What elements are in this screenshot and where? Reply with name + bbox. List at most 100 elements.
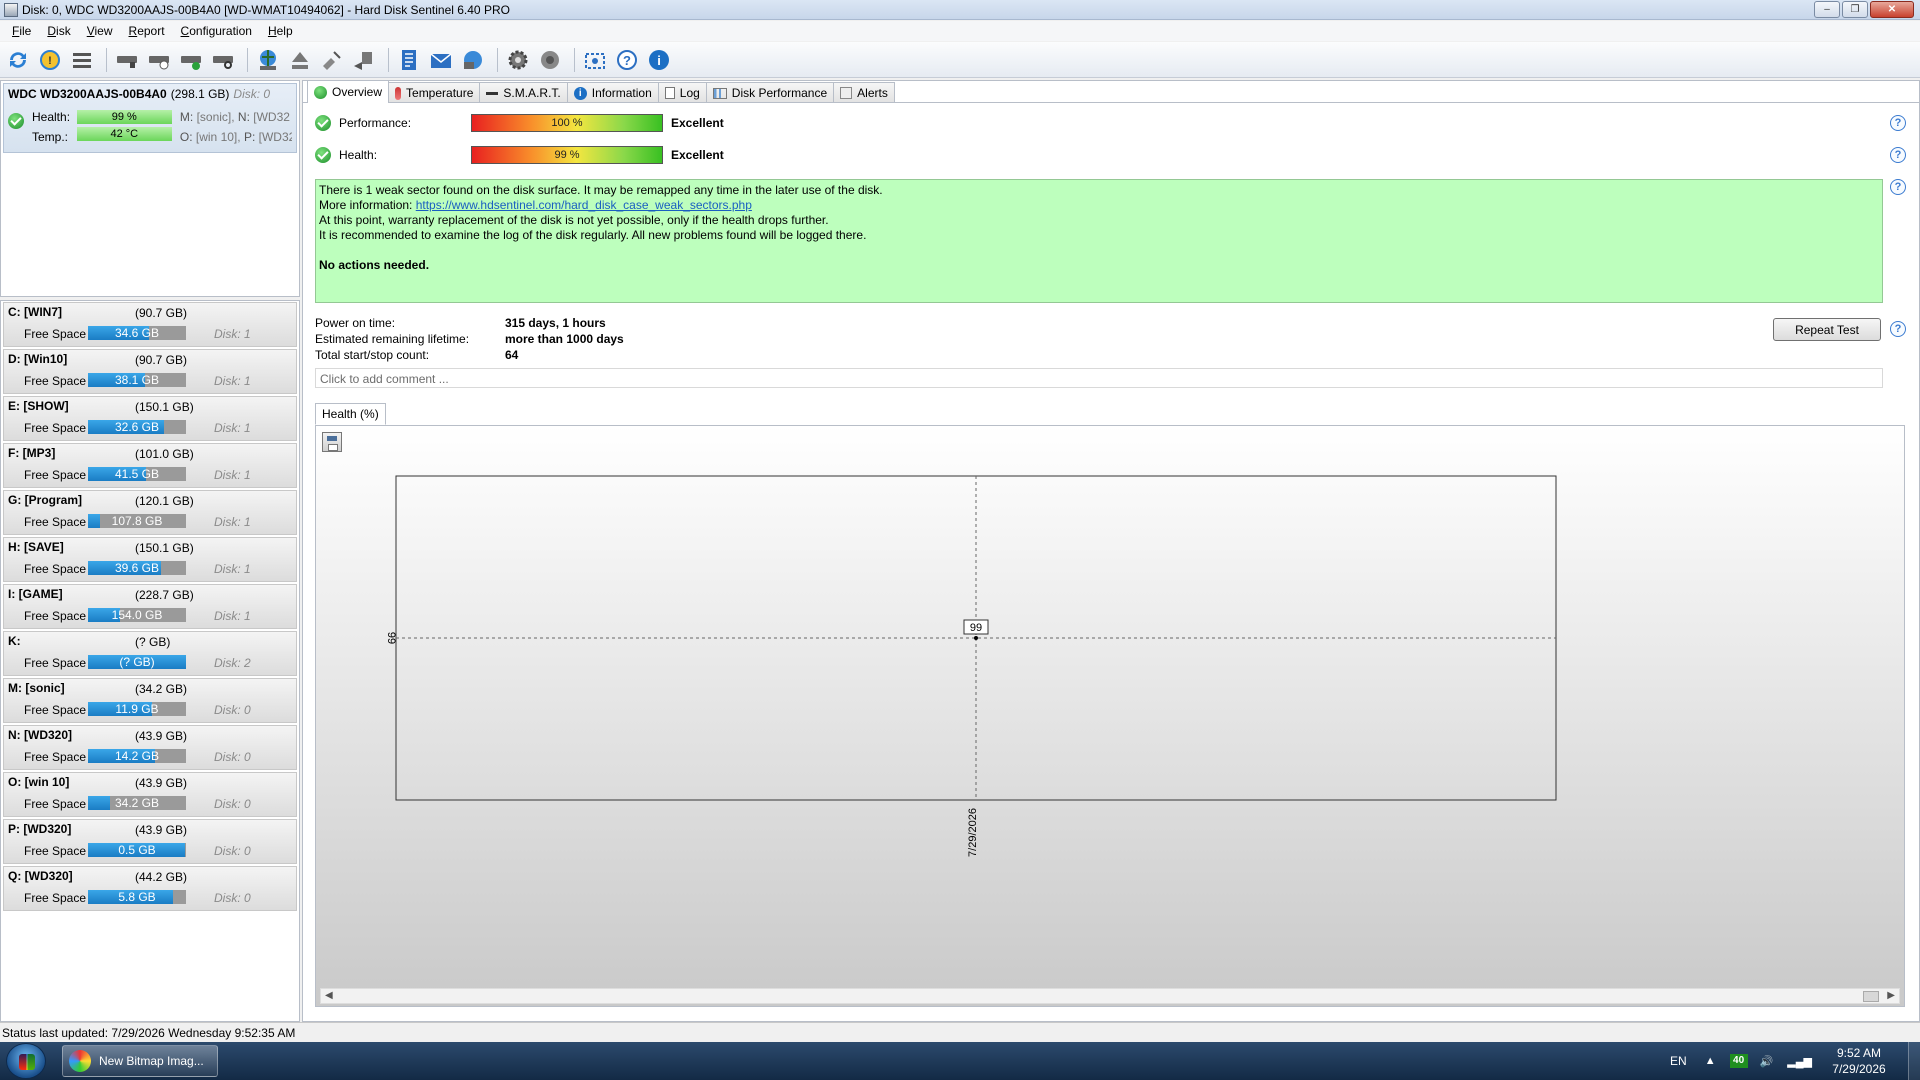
thermometer-icon [395,86,402,100]
tab-log[interactable]: Log [657,82,707,103]
tab-label: Disk Performance [731,86,828,100]
show-desktop-button[interactable] [1908,1042,1920,1080]
partition-item[interactable]: I: [GAME] (228.7 GB) Free Space 154.0 GB Dis… [3,584,297,629]
transfer-icon[interactable] [350,46,378,74]
tab-disk-performance[interactable]: Disk Performance [705,82,835,103]
settings-icon[interactable] [504,46,532,74]
comment-field[interactable]: Click to add comment ... [315,368,1883,388]
sound-icon[interactable] [536,46,564,74]
free-space-bar: 32.6 GB [88,420,186,434]
partition-item[interactable]: P: [WD320] (43.9 GB) Free Space 0.5 GB Disk:… [3,819,297,864]
actions-needed: No actions needed. [319,258,430,272]
disk-test-icon[interactable] [113,46,141,74]
language-indicator[interactable]: EN [1670,1054,1687,1068]
performance-help-icon[interactable]: ? [1890,115,1906,131]
clock[interactable]: 9:52 AM 7/29/2026 [1826,1045,1892,1077]
partition-item[interactable]: M: [sonic] (34.2 GB) Free Space 11.9 GB Disk… [3,678,297,723]
health-chart-area: 99 99 7/29/2026 ◀ ▶ [315,425,1905,1007]
report-icon[interactable] [395,46,423,74]
repeat-test-button[interactable]: Repeat Test [1773,318,1881,341]
repeat-test-help-icon[interactable]: ? [1890,321,1906,337]
smart-icon [486,91,499,95]
close-button[interactable]: ✕ [1870,1,1914,18]
partition-size: (101.0 GB) [135,447,194,461]
satellite-icon[interactable] [318,46,346,74]
tab-information[interactable]: i Information [566,82,659,103]
free-space-label: Free Space [24,421,87,435]
partition-item[interactable]: F: [MP3] (101.0 GB) Free Space 41.5 GB Disk:… [3,443,297,488]
health-chart: 99 99 7/29/2026 [385,475,1557,857]
disk-check-icon[interactable] [177,46,205,74]
free-space-label: Free Space [24,703,87,717]
refresh-alert-icon[interactable]: ! [36,46,64,74]
scroll-thumb[interactable] [1863,991,1879,1002]
partition-item[interactable]: Q: [WD320] (44.2 GB) Free Space 5.8 GB Disk:… [3,866,297,911]
x-tick-label: 7/29/2026 [967,808,979,857]
partition-item[interactable]: K: (? GB) Free Space (? GB) Disk: 2 [3,631,297,676]
minimize-button[interactable]: – [1814,1,1840,18]
tab-temperature[interactable]: Temperature [388,82,481,103]
screenshot-icon[interactable] [581,46,609,74]
partition-item[interactable]: G: [Program] (120.1 GB) Free Space 107.8 GB… [3,490,297,535]
free-space-bar: 41.5 GB [88,467,186,481]
tab-health-chart[interactable]: Health (%) [315,403,386,425]
partition-item[interactable]: E: [SHOW] (150.1 GB) Free Space 32.6 GB Disk… [3,396,297,441]
partition-item[interactable]: D: [Win10] (90.7 GB) Free Space 38.1 GB Disk… [3,349,297,394]
disk-search-icon[interactable] [209,46,237,74]
about-icon[interactable]: i [645,46,673,74]
hdd-list-icon[interactable] [68,46,96,74]
partition-size: (43.9 GB) [135,776,188,790]
tab-s-m-a-r-t[interactable]: S.M.A.R.T. [479,82,568,103]
menu-disk[interactable]: Disk [39,24,78,38]
network-icon[interactable] [459,46,487,74]
more-info-link[interactable]: https://www.hdsentinel.com/hard_disk_cas… [416,198,752,212]
performance-label: Performance: [339,116,412,130]
maximize-button[interactable]: ❐ [1842,1,1868,18]
taskbar: New Bitmap Imag... EN ▲ 40 🔊 ▂▄▆ 9:52 AM… [0,1042,1920,1080]
hdsentinel-tray-icon[interactable]: 40 [1729,1054,1748,1068]
menu-report[interactable]: Report [121,24,173,38]
volume-icon[interactable]: 🔊 [1760,1055,1774,1068]
performance-ok-icon [315,115,331,131]
help-icon[interactable]: ? [613,46,641,74]
y-tick-label: 99 [385,632,397,644]
show-hidden-icons-icon[interactable]: ▲ [1705,1055,1716,1067]
disk-schedule-icon[interactable] [145,46,173,74]
message-help-icon[interactable]: ? [1890,179,1906,195]
globe-icon[interactable] [254,46,282,74]
partition-disk: Disk: 0 [214,891,251,905]
scroll-right-icon[interactable]: ▶ [1887,990,1895,1001]
performance-icon [712,87,727,99]
menu-file[interactable]: File [4,24,39,38]
toolbar-separator [106,47,107,72]
chart-scrollbar[interactable]: ◀ ▶ [320,988,1900,1004]
partition-disk: Disk: 0 [214,844,251,858]
email-icon[interactable] [427,46,455,74]
tab-overview[interactable]: Overview [307,80,390,103]
clock-date: 7/29/2026 [1832,1062,1886,1076]
health-help-icon[interactable]: ? [1890,147,1906,163]
power-on-label: Power on time: [315,316,396,330]
free-space-label: Free Space [24,468,87,482]
toolbar-separator [497,47,498,72]
menu-configuration[interactable]: Configuration [173,24,260,38]
taskbar-paint-button[interactable]: New Bitmap Imag... [62,1045,218,1077]
tab-alerts[interactable]: Alerts [833,82,895,103]
refresh-icon[interactable] [4,46,32,74]
partition-item[interactable]: H: [SAVE] (150.1 GB) Free Space 39.6 GB Disk… [3,537,297,582]
partition-disk: Disk: 0 [214,797,251,811]
health-label: Health: [339,148,378,162]
disk-card[interactable]: WDC WD3200AAJS-00B4A0 (298.1 GB) Disk: 0… [3,83,297,153]
health-bar: 99 % [76,110,172,124]
tab-divider [303,102,1919,103]
partition-item[interactable]: N: [WD320] (43.9 GB) Free Space 14.2 GB Disk… [3,725,297,770]
free-space-bar: 0.5 GB [88,843,186,857]
eject-icon[interactable] [286,46,314,74]
menu-view[interactable]: View [79,24,121,38]
menu-help[interactable]: Help [260,24,301,38]
start-button[interactable] [6,1043,46,1079]
scroll-left-icon[interactable]: ◀ [325,990,333,1001]
partition-item[interactable]: O: [win 10] (43.9 GB) Free Space 34.2 GB Dis… [3,772,297,817]
network-signal-icon[interactable]: ▂▄▆ [1787,1055,1812,1068]
partition-item[interactable]: C: [WIN7] (90.7 GB) Free Space 34.6 GB Disk:… [3,302,297,347]
